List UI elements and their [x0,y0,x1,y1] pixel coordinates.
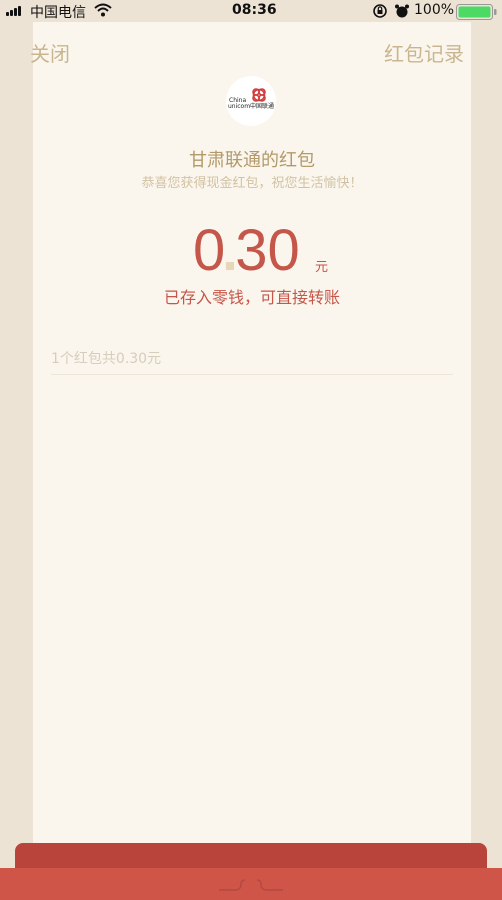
rotation-lock-icon [372,3,388,23]
amount-unit: 元 [315,260,329,275]
status-time: 08:36 [232,2,277,18]
logo-text: China unicom中国联通 [227,97,275,110]
envelope-flap-icon [219,879,283,891]
battery-percent: 100% [414,2,455,18]
amount-integer: 0 [193,218,226,283]
red-packet-detail-card: China unicom中国联通 甘肃联通的红包 恭喜您获得现金红包，祝您生活愉… [33,22,471,900]
china-unicom-logo: China unicom中国联通 [226,76,276,126]
deposit-link[interactable]: 已存入零钱，可直接转账 [33,284,471,308]
status-bar: 中国电信 08:36 100% [0,0,502,22]
close-button[interactable]: 关闭 [30,38,70,67]
alarm-icon [394,3,410,23]
signal-icon [6,6,21,16]
red-packet-record-button[interactable]: 红包记录 [384,38,464,67]
amount-value: 0 30 [193,218,300,284]
packet-summary: 1个红包共0.30元 [51,351,162,367]
battery-icon [456,4,498,24]
greeting-text: 恭喜您获得现金红包，祝您生活愉快！ [141,176,363,191]
wifi-icon [94,3,112,21]
divider [51,374,453,375]
decimal-point [226,262,235,270]
sender-name: 甘肃联通的红包 [189,150,315,171]
red-packet-screen: 中国电信 08:36 100% China unicom中国联通 甘肃联通的红包… [0,0,502,900]
amount-decimal: 30 [235,218,300,283]
carrier-name: 中国电信 [30,5,86,21]
